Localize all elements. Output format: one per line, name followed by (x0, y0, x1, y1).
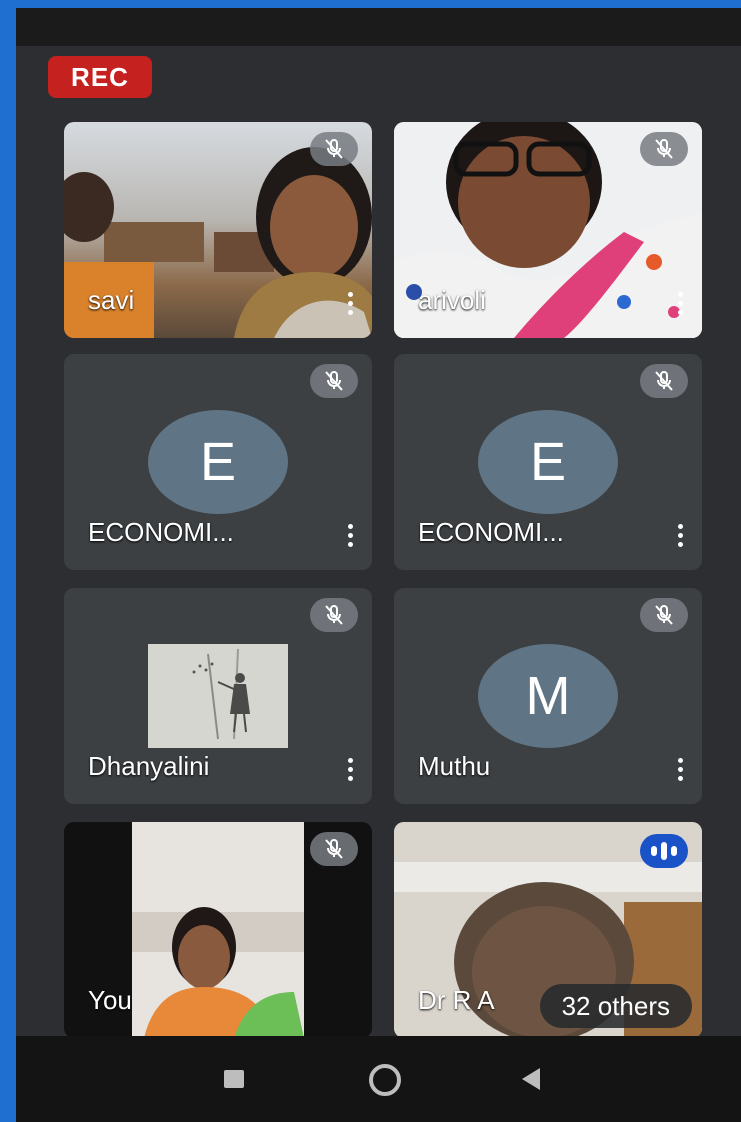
more-vert-icon[interactable] (678, 292, 684, 318)
nav-recents-icon[interactable] (224, 1070, 244, 1088)
participant-tile[interactable]: arivoli (394, 122, 702, 338)
speaking-icon (640, 834, 688, 868)
avatar: E (478, 410, 618, 514)
participant-name: Dhanyalini (88, 751, 210, 781)
participant-name: ECONOMI... (88, 517, 234, 547)
avatar: M (478, 644, 618, 748)
status-bar (16, 8, 741, 46)
mic-off-icon (310, 364, 358, 398)
participant-name: You (88, 985, 132, 1015)
participant-tile[interactable]: E ECONOMI... (64, 354, 372, 570)
mic-off-icon (640, 364, 688, 398)
girl-silhouette-icon (148, 644, 288, 748)
mic-off-icon (640, 598, 688, 632)
meet-screen: REC savi arivoli E ECONOMI... E ECONOMI.… (16, 8, 741, 1122)
participant-tile[interactable]: E ECONOMI... (394, 354, 702, 570)
android-nav-bar (16, 1036, 741, 1122)
others-count-button[interactable]: 32 others (539, 984, 692, 1028)
more-vert-icon[interactable] (678, 524, 684, 550)
nav-back-icon[interactable] (522, 1068, 540, 1090)
participant-name: savi (88, 285, 135, 315)
more-vert-icon[interactable] (348, 758, 354, 784)
participant-name: Dr R A (418, 985, 495, 1015)
mic-off-icon (640, 132, 688, 166)
mic-off-icon (310, 832, 358, 866)
avatar: E (148, 410, 288, 514)
participant-tile[interactable]: Dhanyalini (64, 588, 372, 804)
participant-tile-others[interactable]: Dr R A 32 others (394, 822, 702, 1038)
participant-tile[interactable]: savi (64, 122, 372, 338)
participant-tile-self[interactable]: You (64, 822, 372, 1038)
nav-home-icon[interactable] (369, 1064, 401, 1096)
more-vert-icon[interactable] (678, 758, 684, 784)
more-vert-icon[interactable] (348, 524, 354, 550)
more-vert-icon[interactable] (348, 292, 354, 318)
participant-name: ECONOMI... (418, 517, 564, 547)
device-frame: REC savi arivoli E ECONOMI... E ECONOMI.… (0, 0, 741, 1122)
avatar-image (148, 644, 288, 748)
recording-badge: REC (48, 56, 152, 98)
participant-tile[interactable]: M Muthu (394, 588, 702, 804)
mic-off-icon (310, 132, 358, 166)
participant-name: Muthu (418, 751, 491, 781)
mic-off-icon (310, 598, 358, 632)
participant-name: arivoli (418, 285, 486, 315)
